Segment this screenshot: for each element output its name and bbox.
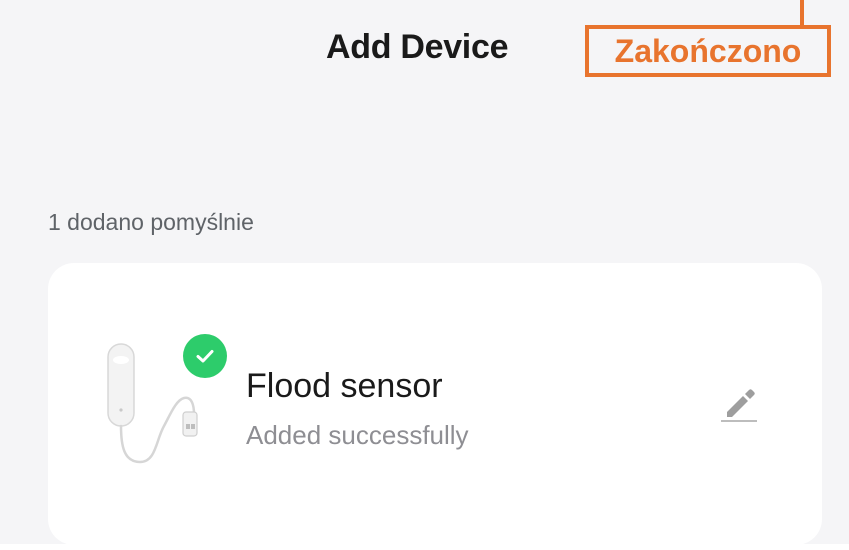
device-name: Flood sensor (246, 367, 443, 405)
page-title: Add Device (326, 28, 509, 66)
done-button[interactable]: Zakończono (585, 25, 831, 77)
device-status: Added successfully (246, 420, 469, 450)
pencil-icon (715, 379, 763, 432)
check-icon (183, 334, 227, 378)
edit-button[interactable] (714, 380, 764, 430)
added-count-label: 1 dodano pomyślnie (48, 209, 254, 235)
header-accent-line (800, 0, 804, 26)
bottom-strip (0, 544, 849, 550)
